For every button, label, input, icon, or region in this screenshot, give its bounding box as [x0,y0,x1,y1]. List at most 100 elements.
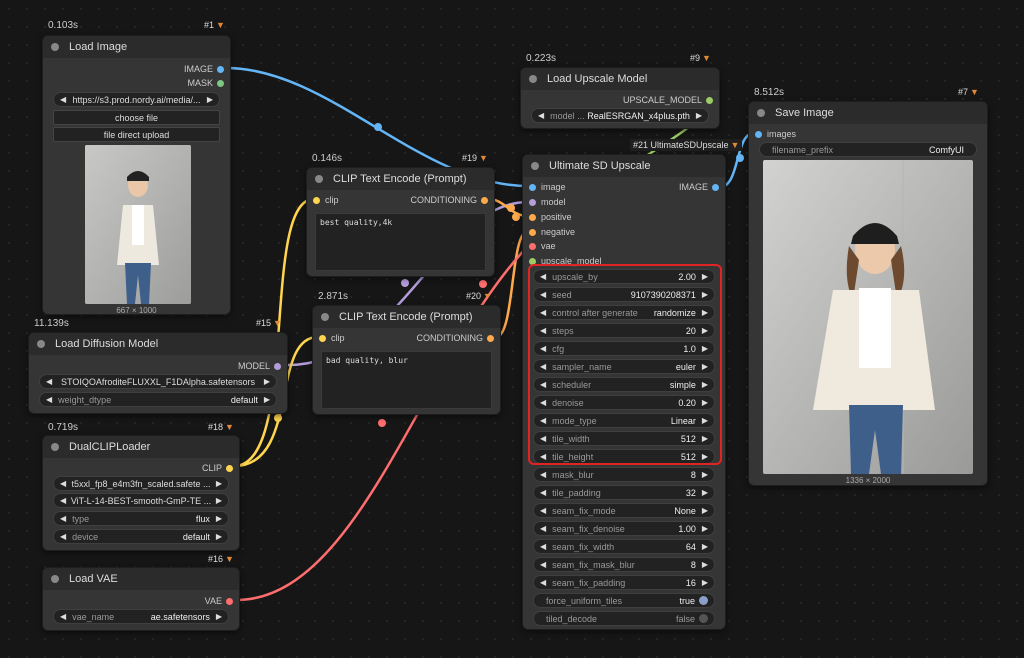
arrow-left-icon[interactable]: ◀ [60,95,66,104]
clip-neg-header[interactable]: CLIP Text Encode (Prompt) [313,306,500,328]
file-direct-upload-button[interactable]: file direct upload [53,127,220,142]
clip-name1-combo[interactable]: ◀ t5xxl_fp8_e4m3fn_scaled.safete ... ▶ [53,476,229,491]
vae-header[interactable]: Load VAE [43,568,239,590]
collapse-dot-icon[interactable] [757,109,765,117]
toggle-on-icon[interactable] [699,596,708,605]
filename-prefix-field[interactable]: filename_prefix ComfyUI [759,142,977,157]
arrow-left-icon[interactable]: ◀ [540,578,546,587]
save-image-header[interactable]: Save Image [749,102,987,124]
arrow-left-icon[interactable]: ◀ [540,542,546,551]
arrow-right-icon[interactable]: ▶ [702,506,708,515]
ultimate-header[interactable]: Ultimate SD Upscale [523,155,725,177]
arrow-right-icon[interactable]: ▶ [216,479,222,488]
negative-prompt-textarea[interactable]: bad quality, blur [321,351,492,409]
clip-text-encode-negative-node[interactable]: CLIP Text Encode (Prompt) clip CONDITION… [312,305,501,415]
output-upscale-model[interactable]: UPSCALE_MODEL [623,95,713,105]
arrow-left-icon[interactable]: ◀ [60,479,66,488]
vae-name-combo[interactable]: ◀ vae_name ae.safetensors ▶ [53,609,229,624]
seam-fix-mode-widget[interactable]: ◀ seam_fix_mode None ▶ [533,503,715,518]
arrow-right-icon[interactable]: ▶ [264,395,270,404]
output-conditioning[interactable]: CONDITIONING [417,333,494,343]
input-clip[interactable]: clip [319,333,345,343]
input-vae-dot-icon[interactable] [529,242,536,250]
weight-dtype-combo[interactable]: ◀ weight_dtype default ▶ [39,392,277,407]
clip-type-combo[interactable]: ◀ type flux ▶ [53,511,229,526]
mask-blur-widget[interactable]: ◀ mask_blur 8 ▶ [533,467,715,482]
arrow-left-icon[interactable]: ◀ [540,488,546,497]
arrow-left-icon[interactable]: ◀ [46,395,52,404]
arrow-left-icon[interactable]: ◀ [540,470,546,479]
load-image-node[interactable]: Load Image IMAGE MASK ◀ https://s3.prod.n… [42,35,231,315]
arrow-right-icon[interactable]: ▶ [264,377,270,386]
output-image[interactable]: IMAGE [184,64,224,74]
input-negative[interactable]: negative [529,227,575,237]
arrow-left-icon[interactable]: ◀ [60,612,66,621]
collapse-dot-icon[interactable] [51,43,59,51]
upscale-model-combo[interactable]: ◀ model ... RealESRGAN_x4plus.pth ▶ [531,108,709,123]
output-model[interactable]: MODEL [238,361,281,371]
load-image-header[interactable]: Load Image [43,36,230,58]
arrow-left-icon[interactable]: ◀ [538,111,544,120]
arrow-right-icon[interactable]: ▶ [216,532,222,541]
load-upscale-model-node[interactable]: Load Upscale Model UPSCALE_MODEL ◀ model … [520,67,720,129]
choose-file-button[interactable]: choose file [53,110,220,125]
output-conditioning[interactable]: CONDITIONING [411,195,488,205]
collapse-dot-icon[interactable] [321,313,329,321]
input-image-dot-icon[interactable] [529,183,536,191]
clip-device-combo[interactable]: ◀ device default ▶ [53,529,229,544]
input-image[interactable]: image [529,182,566,192]
arrow-right-icon[interactable]: ▶ [696,111,702,120]
seam-fix-mask-blur-widget[interactable]: ◀ seam_fix_mask_blur 8 ▶ [533,557,715,572]
arrow-left-icon[interactable]: ◀ [60,496,66,505]
load-diffusion-model-node[interactable]: Load Diffusion Model MODEL ◀ STOIQOAfrodi… [28,332,288,414]
collapse-dot-icon[interactable] [51,575,59,583]
output-clip[interactable]: CLIP [202,463,233,473]
tile-padding-widget[interactable]: ◀ tile_padding 32 ▶ [533,485,715,500]
input-vae[interactable]: vae [529,241,556,251]
output-conditioning-dot-icon[interactable] [481,196,488,204]
arrow-left-icon[interactable]: ◀ [540,506,546,515]
clip-text-encode-positive-node[interactable]: CLIP Text Encode (Prompt) clip CONDITION… [306,167,495,277]
collapse-dot-icon[interactable] [51,443,59,451]
arrow-left-icon[interactable]: ◀ [540,560,546,569]
seam-fix-denoise-widget[interactable]: ◀ seam_fix_denoise 1.00 ▶ [533,521,715,536]
collapse-dot-icon[interactable] [529,75,537,83]
output-image[interactable]: IMAGE [679,182,719,192]
upscale-model-header[interactable]: Load Upscale Model [521,68,719,90]
output-mask[interactable]: MASK [187,78,224,88]
input-images-dot-icon[interactable] [755,130,762,138]
arrow-right-icon[interactable]: ▶ [702,560,708,569]
collapse-dot-icon[interactable] [315,175,323,183]
output-image-dot-icon[interactable] [217,65,224,73]
arrow-left-icon[interactable]: ◀ [60,514,66,523]
arrow-right-icon[interactable]: ▶ [702,578,708,587]
clip-name2-combo[interactable]: ◀ ViT-L-14-BEST-smooth-GmP-TE ... ▶ [53,493,229,508]
collapse-dot-icon[interactable] [37,340,45,348]
arrow-right-icon[interactable]: ▶ [207,95,213,104]
input-clip[interactable]: clip [313,195,339,205]
clip-pos-header[interactable]: CLIP Text Encode (Prompt) [307,168,494,190]
arrow-right-icon[interactable]: ▶ [216,496,222,505]
positive-prompt-textarea[interactable]: best quality,4k [315,213,486,271]
force-uniform-tiles-toggle[interactable]: force_uniform_tiles true [533,593,715,608]
image-url-combo[interactable]: ◀ https://s3.prod.nordy.ai/media/... ▶ [53,92,220,107]
seam-fix-width-widget[interactable]: ◀ seam_fix_width 64 ▶ [533,539,715,554]
save-image-node[interactable]: Save Image images filename_prefix ComfyUI… [748,101,988,486]
arrow-right-icon[interactable]: ▶ [702,524,708,533]
output-conditioning-dot-icon[interactable] [487,334,494,342]
collapse-dot-icon[interactable] [531,162,539,170]
seam-fix-padding-widget[interactable]: ◀ seam_fix_padding 16 ▶ [533,575,715,590]
diffusion-header[interactable]: Load Diffusion Model [29,333,287,355]
output-model-dot-icon[interactable] [274,362,281,370]
input-clip-dot-icon[interactable] [313,196,320,204]
arrow-right-icon[interactable]: ▶ [216,514,222,523]
output-vae-dot-icon[interactable] [226,597,233,605]
load-vae-node[interactable]: Load VAE VAE ◀ vae_name ae.safetensors ▶ [42,567,240,631]
input-model[interactable]: model [529,197,566,207]
arrow-right-icon[interactable]: ▶ [702,488,708,497]
arrow-left-icon[interactable]: ◀ [540,524,546,533]
input-positive-dot-icon[interactable] [529,213,536,221]
input-clip-dot-icon[interactable] [319,334,326,342]
tiled-decode-toggle[interactable]: tiled_decode false [533,611,715,626]
toggle-off-icon[interactable] [699,614,708,623]
